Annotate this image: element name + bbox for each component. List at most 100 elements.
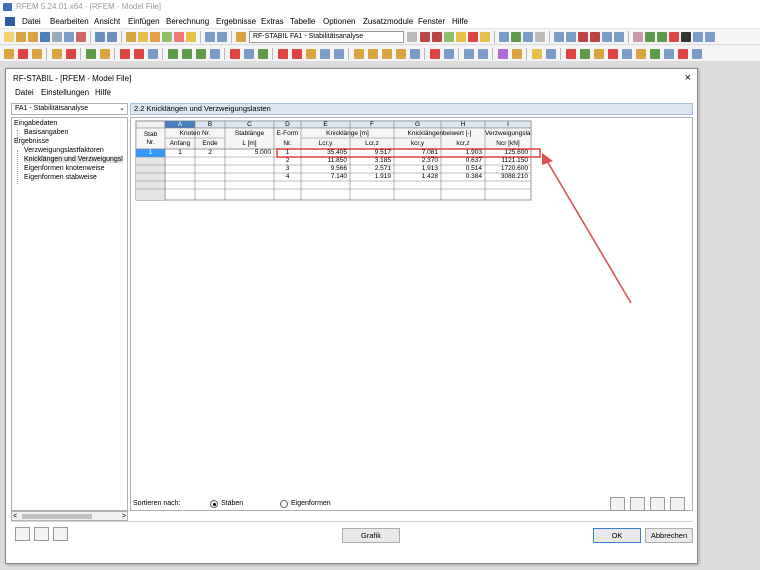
model-icon[interactable] — [499, 32, 509, 42]
next-icon[interactable] — [432, 32, 442, 42]
table-cell[interactable]: 1 — [136, 148, 165, 157]
check-icon[interactable] — [186, 32, 196, 42]
section-icon[interactable] — [578, 32, 588, 42]
filter-icon[interactable] — [602, 32, 612, 42]
details-icon[interactable] — [34, 527, 49, 541]
support-icon[interactable] — [52, 49, 62, 59]
menu-tabelle[interactable]: Tabelle — [290, 14, 315, 29]
table-cell[interactable]: 1 — [165, 148, 195, 157]
select-icon[interactable] — [444, 49, 454, 59]
table-cell[interactable]: 1.919 — [350, 172, 391, 181]
chevron-down-icon[interactable] — [407, 32, 417, 42]
info-icon[interactable] — [53, 527, 68, 541]
combination-icon[interactable] — [210, 49, 220, 59]
rfem-menu-icon[interactable] — [5, 17, 15, 26]
chevron-right-icon[interactable]: > — [122, 512, 126, 521]
display-options-icon[interactable] — [664, 49, 674, 59]
menu-ergebnisse[interactable]: Ergebnisse — [216, 14, 256, 29]
table-cell[interactable]: 7.140 — [301, 172, 347, 181]
iso-view-icon[interactable] — [354, 49, 364, 59]
render-icon[interactable] — [566, 32, 576, 42]
layer-icon[interactable] — [464, 49, 474, 59]
table-icon[interactable] — [205, 32, 215, 42]
dialog-menu-datei[interactable]: Datei — [15, 88, 34, 97]
node-icon[interactable] — [4, 49, 14, 59]
edit-icon[interactable] — [126, 32, 136, 42]
pan-icon[interactable] — [645, 32, 655, 42]
settings-icon[interactable] — [150, 32, 160, 42]
menu-hilfe[interactable]: Hilfe — [452, 14, 468, 29]
table-cell[interactable]: 2 — [195, 148, 225, 157]
top-view-icon[interactable] — [396, 49, 406, 59]
undo-icon[interactable] — [95, 32, 105, 42]
table-cell[interactable]: 5.000 — [225, 148, 271, 157]
module-combo[interactable]: RF-STABIL FA1 - Stabilitätsanalyse — [249, 31, 404, 43]
nodal-load-icon[interactable] — [134, 49, 144, 59]
close-icon[interactable]: × — [685, 72, 691, 84]
axes-icon[interactable] — [650, 49, 660, 59]
scale-tool-icon[interactable] — [608, 49, 618, 59]
scrollbar-thumb[interactable] — [22, 514, 92, 519]
tree-item-basisangaben[interactable]: Basisangaben — [24, 129, 68, 136]
imposed-icon[interactable] — [196, 49, 206, 59]
fit-icon[interactable] — [693, 32, 703, 42]
hinge-icon[interactable] — [66, 49, 76, 59]
tree-item-eigenformen-stab[interactable]: Eigenformen stabweise — [24, 174, 97, 181]
tree-item-eigenformen-knoten[interactable]: Eigenformen knotenweise — [24, 165, 105, 172]
cancel-button[interactable]: Abbrechen — [645, 528, 693, 543]
visibility-icon[interactable] — [478, 49, 488, 59]
view-icon[interactable] — [554, 32, 564, 42]
result-diagram-icon[interactable] — [278, 49, 288, 59]
prev-icon[interactable] — [420, 32, 430, 42]
open-folder-icon[interactable] — [16, 32, 26, 42]
sort-radio-staeben[interactable] — [210, 500, 218, 508]
menu-datei[interactable]: Datei — [22, 14, 41, 29]
export-table-icon[interactable] — [650, 497, 665, 511]
load-case-icon[interactable] — [120, 49, 130, 59]
values-icon[interactable] — [456, 32, 466, 42]
case-select[interactable]: FA1 - Stabilitätsanalyse ⌄ — [11, 103, 128, 115]
surface-load-icon[interactable] — [168, 49, 178, 59]
free-load-icon[interactable] — [182, 49, 192, 59]
side-view-icon[interactable] — [382, 49, 392, 59]
export-icon[interactable] — [76, 32, 86, 42]
stress-icon[interactable] — [306, 49, 316, 59]
color-icon[interactable] — [498, 49, 508, 59]
rotate-icon[interactable] — [657, 32, 667, 42]
chevron-left-icon[interactable]: < — [13, 512, 17, 521]
filter-table-icon[interactable] — [630, 497, 645, 511]
menu-berechnung[interactable]: Berechnung — [166, 14, 209, 29]
menu-optionen[interactable]: Optionen — [323, 14, 355, 29]
menu-bearbeiten[interactable]: Bearbeiten — [50, 14, 89, 29]
module-icon[interactable] — [236, 32, 246, 42]
table-cell[interactable]: 3088.210 — [485, 172, 528, 181]
tree-group-input[interactable]: Eingabedaten — [14, 120, 57, 127]
animation-icon[interactable] — [678, 49, 688, 59]
select-in-graphic-icon[interactable] — [610, 497, 625, 511]
panel-icon[interactable] — [692, 49, 702, 59]
grid-icon[interactable] — [511, 32, 521, 42]
table-cell[interactable]: 0.384 — [441, 172, 482, 181]
dialog-menu-hilfe[interactable]: Hilfe — [95, 88, 111, 97]
wireframe-icon[interactable] — [410, 49, 420, 59]
zoom-icon[interactable] — [633, 32, 643, 42]
folder-icon[interactable] — [28, 32, 38, 42]
print-graphic-icon[interactable] — [334, 49, 344, 59]
clip-icon[interactable] — [580, 49, 590, 59]
redo-icon[interactable] — [107, 32, 117, 42]
section-cut-icon[interactable] — [566, 49, 576, 59]
ok-button[interactable]: OK — [593, 528, 641, 543]
tree-item-knicklaengen[interactable]: Knicklängen und Verzweigungsl — [24, 156, 123, 163]
surface-icon[interactable] — [86, 49, 96, 59]
dialog-menu-einstellungen[interactable]: Einstellungen — [41, 88, 89, 97]
display-icon[interactable] — [444, 32, 454, 42]
measure-icon[interactable] — [430, 49, 440, 59]
mirror-icon[interactable] — [594, 49, 604, 59]
member-tool-icon[interactable] — [32, 49, 42, 59]
sort-radio-eigenformen[interactable] — [280, 500, 288, 508]
comment-icon[interactable] — [244, 49, 254, 59]
report-icon[interactable] — [320, 49, 330, 59]
tree-item-verzweigungslastfaktoren[interactable]: Verzweigungslastfaktoren — [24, 147, 104, 154]
arrange-icon[interactable] — [622, 49, 632, 59]
options-icon[interactable] — [681, 32, 691, 42]
